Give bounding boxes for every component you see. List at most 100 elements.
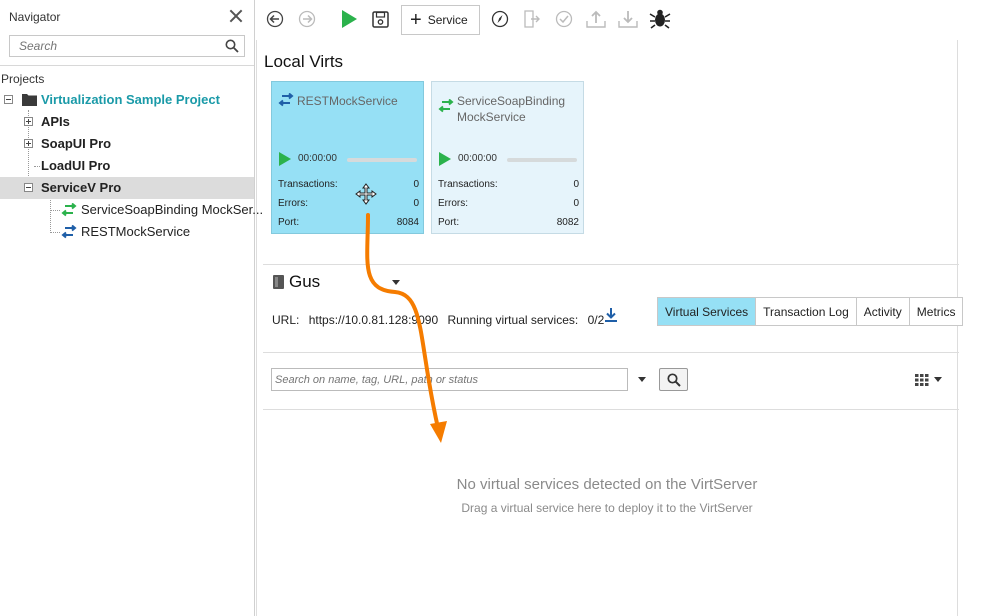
grid-view-icon[interactable] — [915, 374, 929, 386]
tree-item-servicev-pro[interactable]: ServiceV Pro — [0, 177, 254, 199]
empty-state-title: No virtual services detected on the Virt… — [456, 476, 758, 493]
plus-icon: + — [410, 9, 422, 31]
play-icon[interactable] — [439, 152, 451, 166]
search-icon — [667, 373, 681, 387]
bug-icon — [649, 9, 671, 29]
search-button[interactable] — [659, 368, 688, 391]
server-name: Gus — [289, 272, 321, 291]
running-value: 0/2 — [587, 313, 605, 327]
move-cursor-icon — [355, 183, 377, 205]
virt-card-name: RESTMockService — [297, 94, 398, 108]
section-divider — [263, 264, 959, 265]
virt-card-soap[interactable]: ServiceSoapBinding MockService 00:00:00 … — [431, 81, 584, 234]
debug-button[interactable] — [649, 8, 671, 30]
transactions-value: 0 — [573, 179, 579, 190]
collapse-icon[interactable] — [4, 95, 13, 104]
compass-button[interactable] — [489, 8, 511, 30]
tab-metrics[interactable]: Metrics — [909, 298, 963, 325]
navigator-search-input[interactable] — [10, 36, 210, 56]
virt-service-icon — [438, 99, 454, 113]
section-divider — [263, 352, 959, 353]
tab-transaction-log[interactable]: Transaction Log — [756, 298, 857, 325]
virt-service-icon — [61, 225, 77, 239]
search-icon[interactable] — [225, 39, 239, 53]
port-value: 8082 — [556, 217, 579, 228]
virt-card-player: 00:00:00 — [438, 152, 580, 166]
download-icon — [618, 11, 638, 28]
compass-icon — [491, 10, 509, 28]
add-service-button[interactable]: + Service — [401, 5, 480, 35]
virt-search — [271, 368, 628, 391]
download-button[interactable] — [617, 8, 639, 30]
virt-service-icon — [278, 93, 294, 107]
expand-icon[interactable] — [24, 117, 33, 126]
check-circle-icon — [555, 10, 573, 28]
virt-card-port: Port: 8082 — [438, 217, 579, 228]
tab-activity[interactable]: Activity — [856, 298, 910, 325]
search-filter-dropdown-icon[interactable] — [638, 377, 646, 382]
errors-value: 0 — [573, 198, 579, 209]
tree-item-loadui-pro[interactable]: LoadUI Pro — [0, 155, 254, 177]
check-button[interactable] — [553, 8, 575, 30]
url-value: https://10.0.81.128:9090 — [308, 313, 439, 327]
export-button[interactable] — [521, 8, 543, 30]
server-dropdown-icon[interactable] — [392, 280, 400, 285]
expand-icon[interactable] — [24, 139, 33, 148]
tree-item-label: APIs — [41, 114, 70, 129]
back-button[interactable] — [264, 8, 286, 30]
close-icon[interactable] — [228, 8, 244, 24]
virt-card-player: 00:00:00 — [278, 152, 420, 166]
tree-item-label: ServiceV Pro — [41, 180, 122, 195]
export-icon — [524, 10, 540, 28]
transactions-value: 0 — [413, 179, 419, 190]
errors-value: 0 — [413, 198, 419, 209]
save-icon — [371, 10, 389, 28]
section-divider — [263, 409, 959, 410]
forward-button[interactable] — [296, 8, 318, 30]
download-icon[interactable] — [604, 307, 618, 323]
navigator-panel: Navigator Projects Virtualization Sample… — [0, 0, 263, 616]
virt-card-name: ServiceSoapBinding MockService — [457, 94, 566, 124]
upload-icon — [586, 10, 606, 28]
virt-card-progress — [507, 158, 577, 162]
toolbar: + Service — [256, 0, 956, 40]
navigator-divider — [0, 65, 254, 66]
virt-service-icon — [61, 203, 77, 217]
transactions-label: Transactions: — [438, 179, 498, 190]
back-icon — [266, 10, 284, 28]
tree-item-rest-mock[interactable]: RESTMockService — [0, 221, 254, 243]
play-icon[interactable] — [279, 152, 291, 166]
save-button[interactable] — [369, 8, 391, 30]
tree-item-soap-mock[interactable]: ServiceSoapBinding MockSer... — [0, 199, 263, 221]
url-label: URL: — [272, 313, 300, 327]
play-icon — [342, 10, 357, 28]
tree-item-label: LoadUI Pro — [41, 158, 111, 173]
virt-card-rest[interactable]: RESTMockService 00:00:00 Transactions: 0… — [271, 81, 424, 234]
run-button[interactable] — [338, 8, 360, 30]
view-dropdown-icon[interactable] — [934, 377, 942, 382]
virt-search-input[interactable] — [272, 369, 627, 390]
main-panel: Local Virts RESTMockService 00:00:00 Tra… — [256, 40, 964, 616]
errors-label: Errors: — [278, 198, 308, 209]
local-virts-title: Local Virts — [264, 52, 344, 71]
folder-icon — [22, 94, 37, 106]
virt-card-errors: Errors: 0 — [278, 198, 419, 209]
tree-item-apis[interactable]: APIs — [0, 111, 254, 133]
upload-button[interactable] — [585, 8, 607, 30]
empty-state-subtitle: Drag a virtual service here to deploy it… — [461, 501, 753, 515]
projects-label: Projects — [1, 72, 45, 86]
running-label: Running virtual services: — [447, 313, 579, 327]
virt-card-time: 00:00:00 — [298, 153, 337, 164]
virt-card-transactions: Transactions: 0 — [438, 179, 579, 190]
tree-item-soapui-pro[interactable]: SoapUI Pro — [0, 133, 254, 155]
navigator-search — [9, 35, 245, 57]
port-value: 8084 — [396, 217, 419, 228]
tree-item-label: ServiceSoapBinding MockSer... — [81, 202, 264, 217]
tab-virtual-services[interactable]: Virtual Services — [658, 298, 757, 325]
tree-item-label: SoapUI Pro — [41, 136, 112, 151]
collapse-icon[interactable] — [24, 183, 33, 192]
tree-item-project[interactable]: Virtualization Sample Project — [0, 89, 254, 111]
server-icon — [273, 275, 284, 289]
virt-card-errors: Errors: 0 — [438, 198, 579, 209]
forward-icon — [298, 10, 316, 28]
